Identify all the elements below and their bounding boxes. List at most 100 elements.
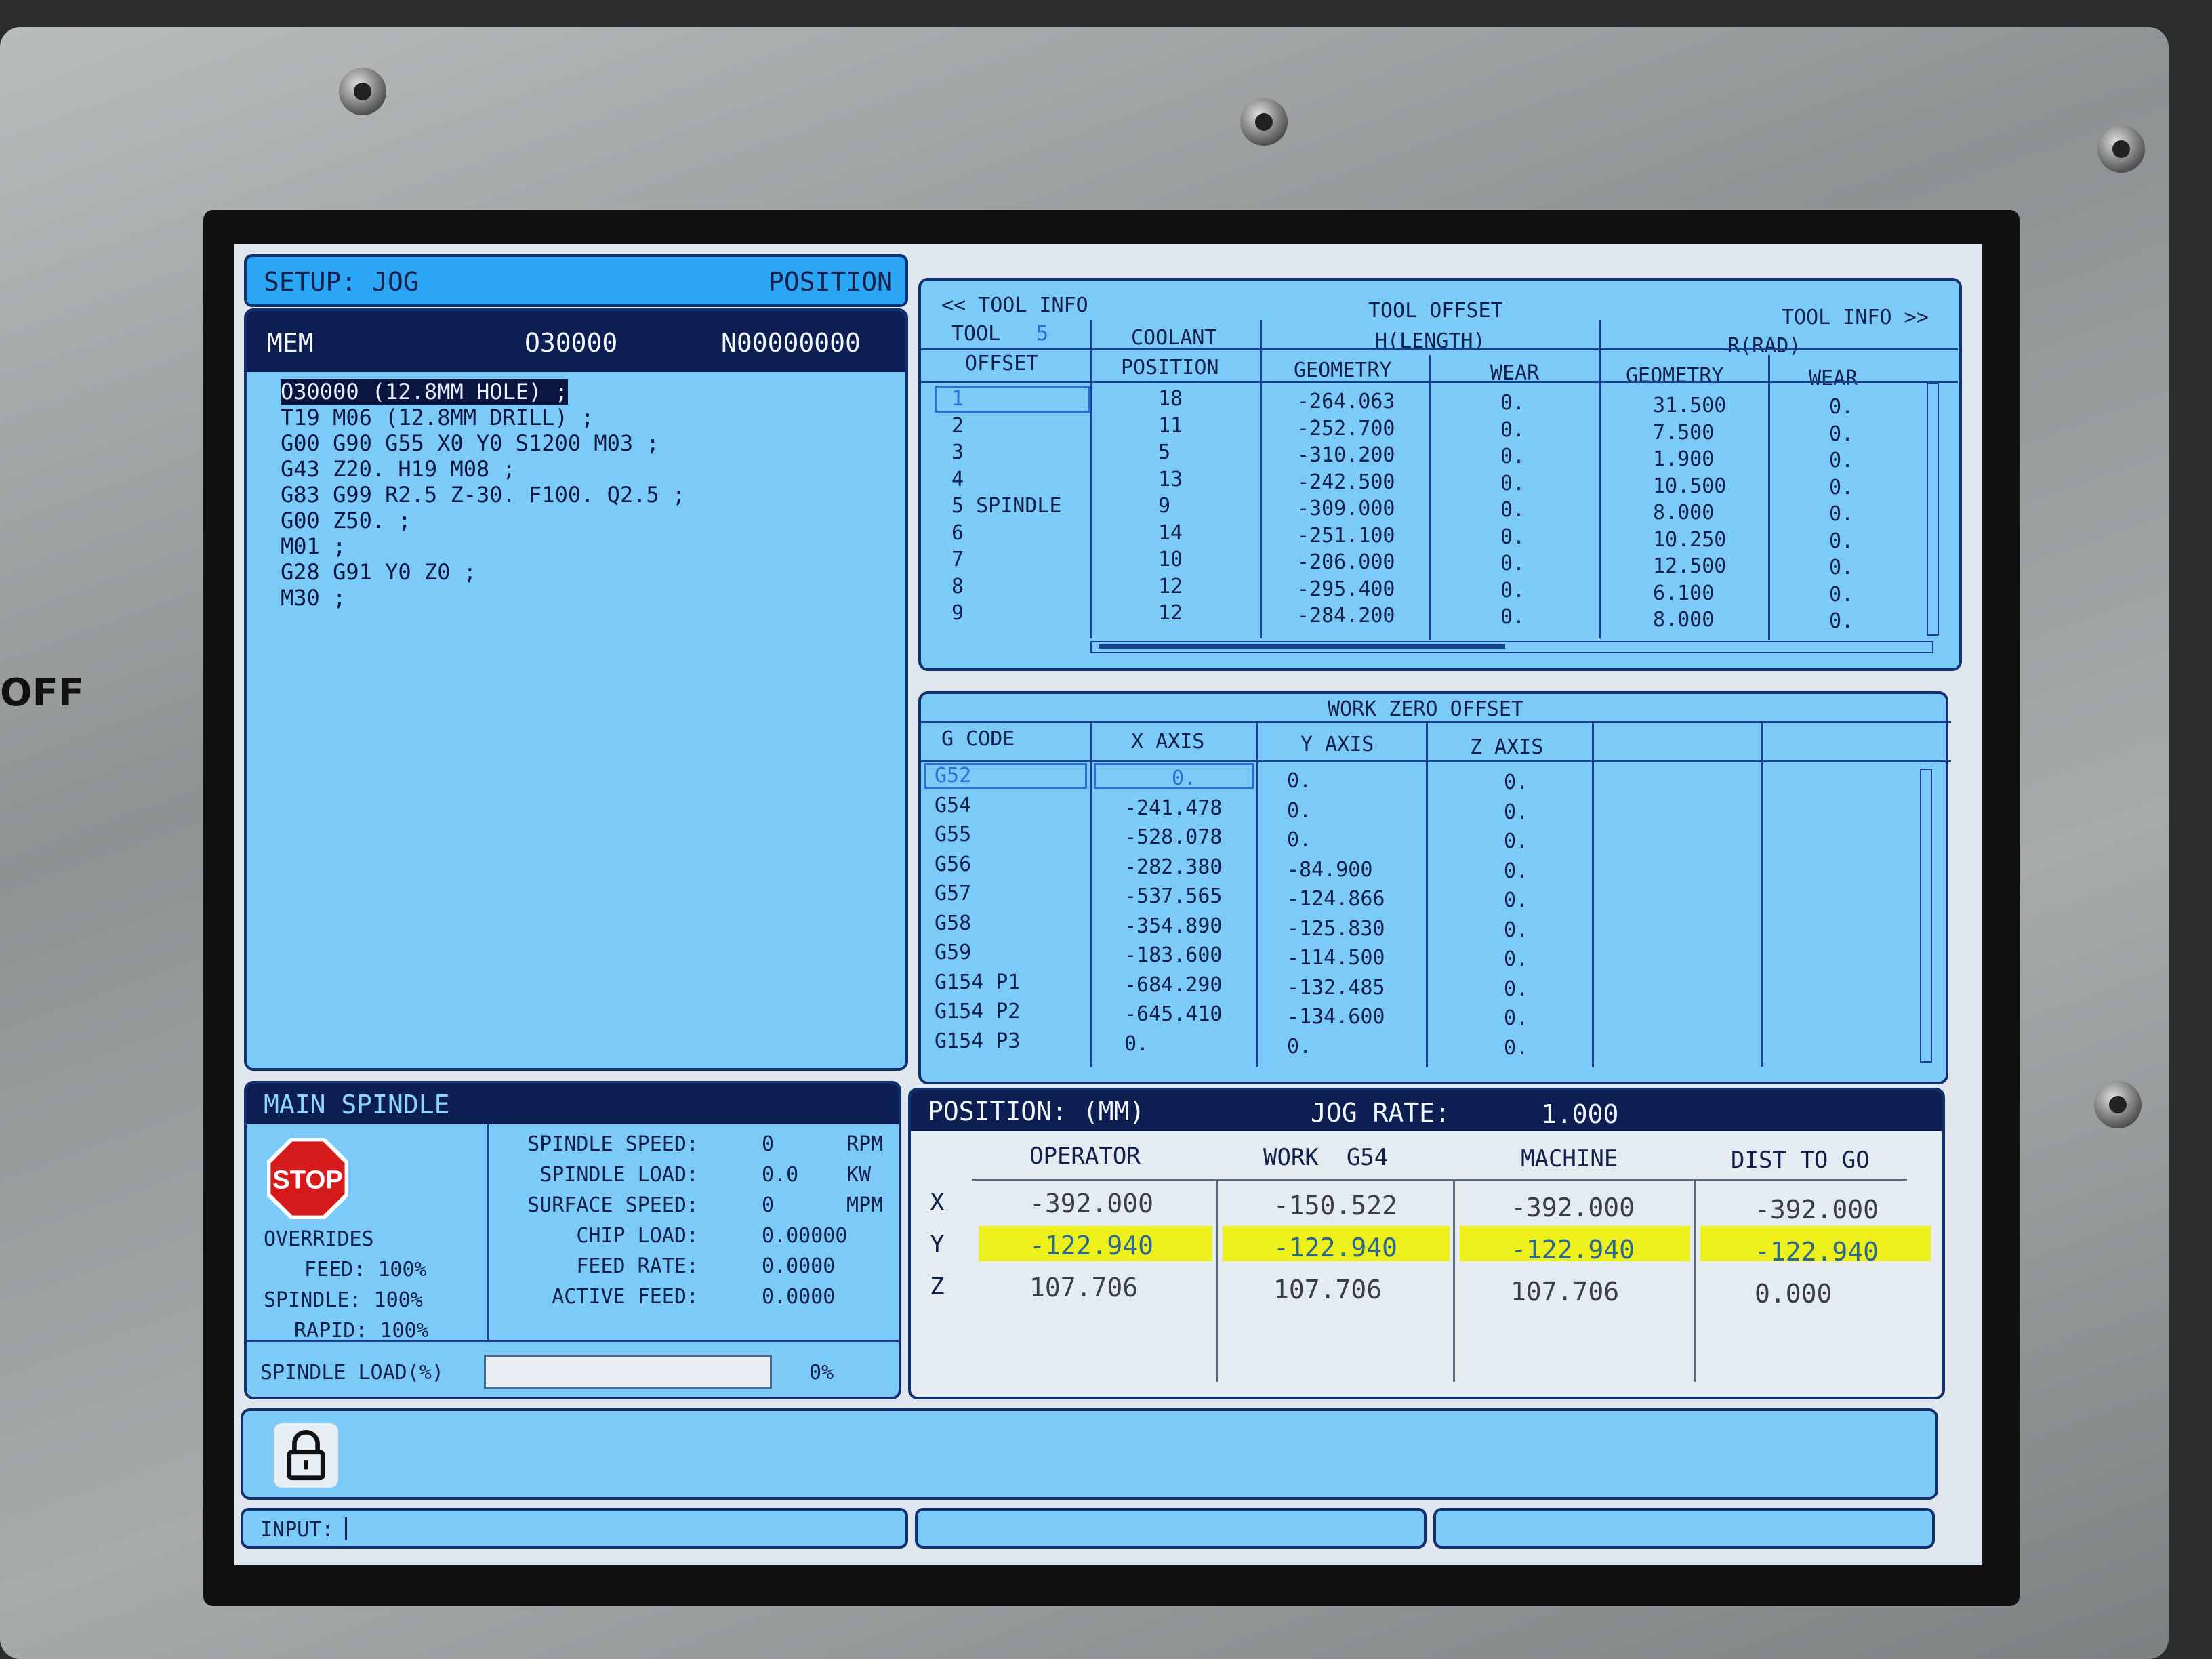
position-value: -122.940: [1029, 1231, 1154, 1261]
jog-rate-value: 1.000: [1541, 1099, 1619, 1129]
input-label: INPUT:: [260, 1518, 334, 1542]
r-wear-value: 0.: [1829, 475, 1854, 499]
work-offset-y: -125.830: [1287, 916, 1385, 941]
r-geometry-value: 1.900: [1653, 447, 1715, 471]
r-geometry-value: 6.100: [1653, 581, 1715, 605]
tool-info-prev-link[interactable]: << TOOL INFO: [941, 295, 1088, 316]
input-field[interactable]: INPUT:: [241, 1508, 908, 1549]
work-offset-y: -114.500: [1287, 946, 1385, 970]
h-geometry-value: -242.500: [1297, 470, 1395, 494]
h-geometry-value: -310.200: [1297, 443, 1395, 467]
work-offset-x: -684.290: [1124, 972, 1223, 997]
work-offset-gcode: G56: [935, 852, 972, 876]
r-wear-header: WEAR: [1809, 367, 1858, 390]
program-listing[interactable]: O30000 (12.8MM HOLE) ; T19 M06 (12.8MM D…: [281, 379, 685, 611]
program-line[interactable]: G43 Z20. H19 M08 ;: [281, 456, 685, 482]
work-offset-gcode: G59: [935, 941, 972, 964]
message-field-2: [1433, 1508, 1935, 1549]
h-wear-value: 0.: [1500, 417, 1525, 442]
tool-offset-number: 4: [951, 467, 964, 491]
spindle-override: SPINDLE: 100%: [264, 1288, 423, 1312]
spindle-load-bar: [484, 1355, 772, 1389]
position-header: POSITION: (MM) JOG RATE: 1.000: [911, 1090, 1942, 1131]
tool-offset-h-scrollbar[interactable]: [1090, 641, 1933, 653]
spindle-stat-value: 0: [762, 1132, 775, 1156]
program-line-current[interactable]: O30000 (12.8MM HOLE) ;: [281, 379, 568, 405]
tool-label: TOOL: [951, 322, 1001, 346]
r-geometry-value: 10.500: [1653, 474, 1727, 498]
work-offset-z: 0.: [1504, 1006, 1529, 1030]
work-zero-v-scrollbar[interactable]: [1920, 769, 1932, 1063]
program-line[interactable]: G28 G91 Y0 Z0 ;: [281, 559, 685, 585]
work-offset-z: 0.: [1504, 859, 1529, 883]
r-wear-value: 0.: [1829, 609, 1854, 633]
h-geometry-value: -206.000: [1297, 550, 1395, 574]
x-axis-header: X AXIS: [1131, 730, 1205, 754]
program-panel[interactable]: MEM O30000 N00000000 O30000 (12.8MM HOLE…: [244, 308, 908, 1071]
bezel-screw: [339, 68, 386, 115]
bezel-screw: [2097, 125, 2145, 173]
spindle-stat-label: FEED RATE:: [576, 1254, 699, 1278]
r-wear-value: 0.: [1829, 556, 1854, 579]
program-line[interactable]: G00 G90 G55 X0 Y0 S1200 M03 ;: [281, 430, 685, 456]
tool-offset-number: 1: [951, 387, 964, 411]
work-offset-y: 0.: [1287, 798, 1312, 823]
coolant-position: 18: [1158, 387, 1183, 411]
program-line[interactable]: G00 Z50. ;: [281, 508, 685, 533]
work-offset-y: 0.: [1287, 769, 1312, 793]
work-offset-gcode: G57: [935, 882, 972, 905]
r-geometry-value: 10.250: [1653, 527, 1727, 552]
r-geometry-header: GEOMETRY: [1626, 364, 1724, 388]
r-radius-header: R(RAD): [1727, 334, 1801, 358]
position-value: 107.706: [1511, 1277, 1620, 1307]
position-value: -122.940: [1273, 1233, 1398, 1263]
work-offset-y: -84.900: [1287, 857, 1373, 882]
work-zero-offset-panel[interactable]: WORK ZERO OFFSET G CODE X AXIS Y AXIS Z …: [918, 691, 1951, 1084]
program-line[interactable]: T19 M06 (12.8MM DRILL) ;: [281, 405, 685, 430]
program-line[interactable]: M30 ;: [281, 585, 685, 611]
work-offset-y: -134.600: [1287, 1005, 1385, 1029]
spindle-stat-unit: RPM: [846, 1132, 884, 1156]
bezel-screw: [2094, 1081, 2142, 1128]
rapid-override: RAPID: 100%: [294, 1319, 429, 1343]
tool-offset-number: 6: [951, 520, 964, 545]
work-offset-z: 0.: [1504, 918, 1529, 942]
h-wear-value: 0.: [1500, 578, 1525, 602]
position-value: -122.940: [1511, 1235, 1635, 1265]
r-wear-value: 0.: [1829, 502, 1854, 526]
h-geometry-value: -295.400: [1297, 577, 1395, 601]
tool-offset-v-scrollbar[interactable]: [1927, 382, 1939, 636]
work-offset-x: -241.478: [1124, 796, 1223, 820]
gcode-header: G CODE: [941, 727, 1015, 751]
work-offset-gcode: G58: [935, 911, 972, 935]
coolant-header: COOLANT: [1131, 326, 1217, 350]
h-wear-value: 0.: [1500, 552, 1525, 575]
spindle-stat-label: CHIP LOAD:: [576, 1224, 699, 1248]
spindle-stat-unit: KW: [846, 1163, 872, 1187]
h-geometry-value: -251.100: [1297, 523, 1395, 548]
r-wear-value: 0.: [1829, 422, 1854, 446]
spindle-load-label: SPINDLE LOAD(%): [260, 1361, 444, 1385]
tool-offset-title: TOOL OFFSET: [1368, 299, 1503, 323]
work-offset-z: 0.: [1504, 947, 1529, 971]
offset-column-header: OFFSET: [965, 352, 1039, 375]
spindle-stat-label: SPINDLE LOAD:: [539, 1163, 699, 1187]
work-offset-x: -528.078: [1124, 825, 1223, 849]
mode-label: SETUP: JOG: [264, 267, 419, 297]
axis-label: X: [930, 1189, 945, 1216]
spindle-stat-label: ACTIVE FEED:: [552, 1285, 699, 1309]
work-offset-gcode: G54: [935, 793, 972, 817]
lock-icon[interactable]: [274, 1423, 338, 1488]
sequence-number: N00000000: [721, 328, 861, 358]
program-line[interactable]: M01 ;: [281, 533, 685, 559]
program-line[interactable]: G83 G99 R2.5 Z-30. F100. Q2.5 ;: [281, 482, 685, 508]
work-offset-x: -645.410: [1124, 1002, 1223, 1026]
tool-offset-number: 5 SPINDLE: [951, 494, 1062, 518]
h-geometry-value: -284.200: [1297, 604, 1395, 628]
position-value: 0.000: [1755, 1279, 1832, 1309]
coolant-position: 10: [1158, 548, 1183, 571]
tool-offset-panel[interactable]: << TOOL INFO TOOL OFFSET TOOL INFO >> TO…: [918, 278, 1962, 671]
position-value: -150.522: [1273, 1191, 1398, 1221]
work-offset-gcode: G154 P2: [935, 1000, 1021, 1023]
tool-info-next-link[interactable]: TOOL INFO >>: [1782, 308, 1929, 328]
